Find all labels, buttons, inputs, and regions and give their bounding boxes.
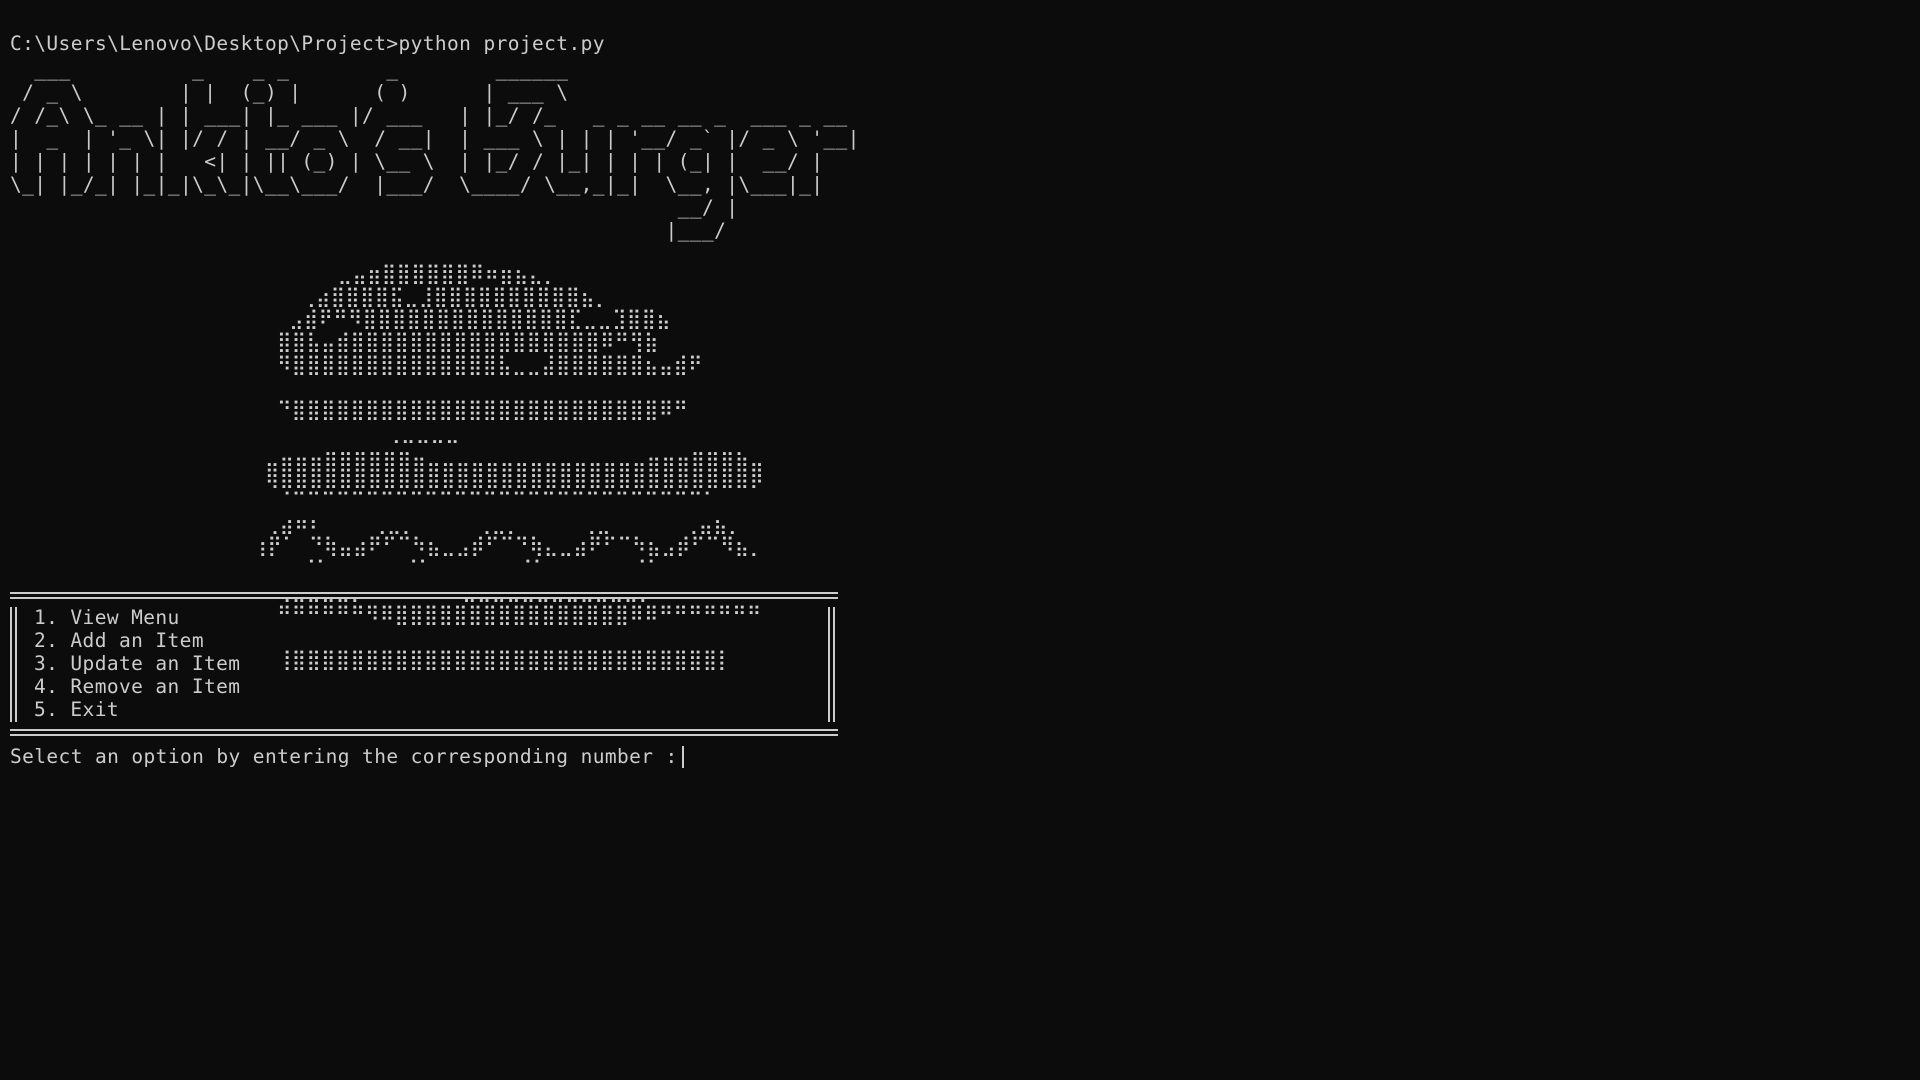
menu-box-left-border bbox=[10, 607, 17, 722]
menu-box-bottom-border bbox=[10, 729, 838, 736]
menu-item-add-item: 2. Add an Item bbox=[34, 629, 204, 652]
menu-item-exit: 5. Exit bbox=[34, 698, 119, 721]
text-cursor[interactable] bbox=[682, 746, 684, 768]
terminal-window[interactable]: C:\Users\Lenovo\Desktop\Project>python p… bbox=[0, 0, 1920, 1080]
menu-box-right-border bbox=[828, 607, 835, 722]
menu-item-view-menu: 1. View Menu bbox=[34, 606, 180, 629]
input-prompt: Select an option by entering the corresp… bbox=[10, 745, 690, 768]
menu-item-remove-item: 4. Remove an Item bbox=[34, 675, 241, 698]
menu-item-update-item: 3. Update an Item bbox=[34, 652, 241, 675]
menu-box-top-border bbox=[10, 592, 838, 599]
prompt-command-line: C:\Users\Lenovo\Desktop\Project>python p… bbox=[10, 32, 605, 55]
ascii-banner: ___ _ _ _ _ ______ / _ \ | | (_) | ( ) |… bbox=[10, 58, 860, 242]
